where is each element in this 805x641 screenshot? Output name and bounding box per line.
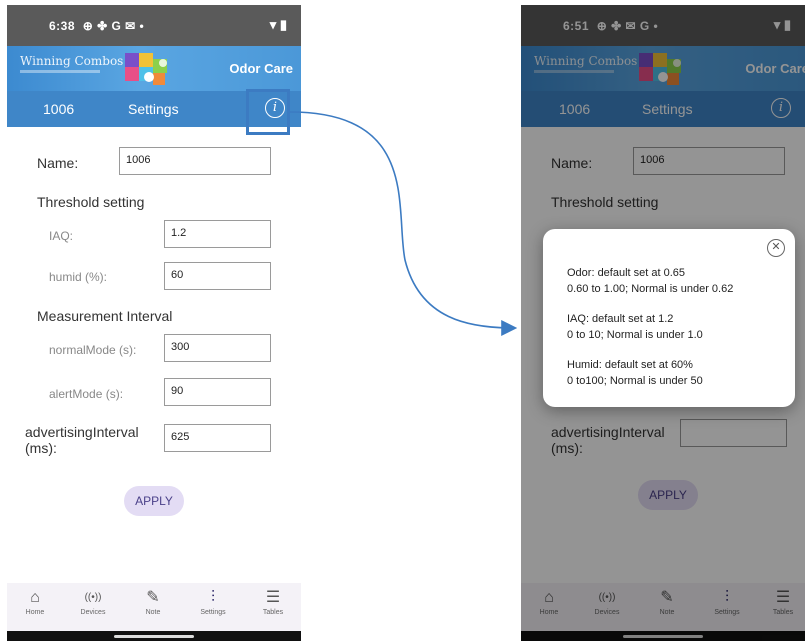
flow-arrow [289, 111, 518, 336]
screenshot-canvas: 6:38 ⊕ ✤ G ✉ • ▾ ▮ Winning Combos Odor C… [0, 0, 805, 641]
